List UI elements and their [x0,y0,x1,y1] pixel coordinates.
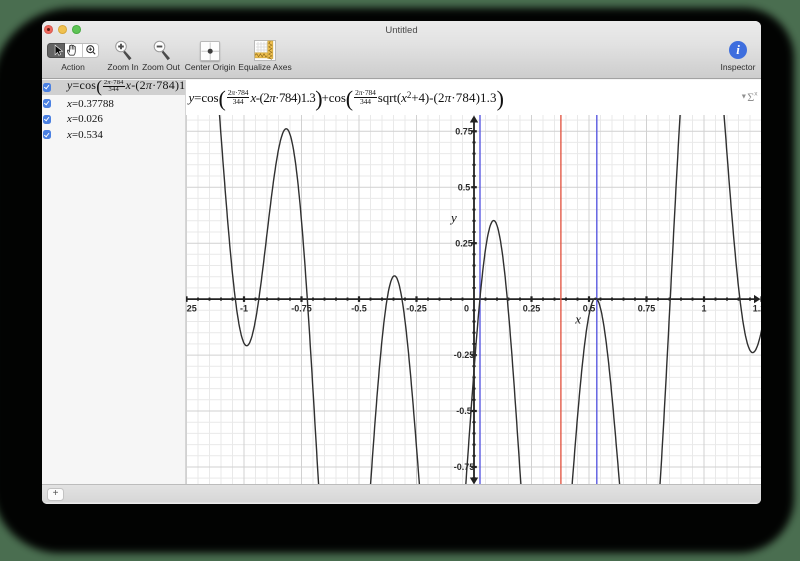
svg-text:x: x [574,312,581,327]
svg-text:0.25: 0.25 [455,238,473,248]
svg-text:-0.25: -0.25 [406,304,427,314]
svg-text:-1: -1 [240,304,248,314]
svg-text:-0.75: -0.75 [291,304,312,314]
svg-text:1: 1 [701,304,706,314]
svg-text:0.5: 0.5 [458,182,471,192]
svg-text:0: 0 [464,304,469,314]
svg-text:y: y [449,210,457,225]
svg-text:0.5: 0.5 [583,304,596,314]
svg-text:-0.75: -0.75 [454,462,475,472]
svg-text:-1.25: -1.25 [186,304,197,314]
svg-text:-0.5: -0.5 [456,406,472,416]
svg-text:-0.5: -0.5 [351,304,367,314]
svg-text:1.25: 1.25 [753,304,761,314]
svg-text:0.75: 0.75 [638,304,656,314]
svg-text:-0.25: -0.25 [454,350,475,360]
svg-text:0.25: 0.25 [523,304,541,314]
svg-text:0.75: 0.75 [455,126,473,136]
